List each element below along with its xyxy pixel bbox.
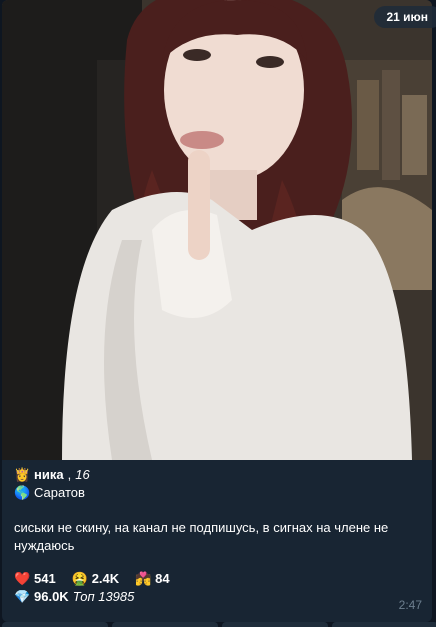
globe-icon: 🌎	[14, 485, 31, 500]
kiss-count: 84	[155, 571, 170, 586]
sick-count: 2.4K	[91, 571, 120, 586]
inline-button-2[interactable]	[112, 622, 218, 627]
inline-button-1[interactable]	[2, 622, 108, 627]
princess-icon: 👸	[14, 467, 31, 482]
post-caption: 👸 ника, 16 🌎 Саратов сиськи не скину, на…	[2, 460, 432, 606]
profile-name: ника	[34, 467, 64, 482]
vomit-icon: 🤮	[71, 571, 88, 586]
message-bubble[interactable]: 👸 ника, 16 🌎 Саратов сиськи не скину, на…	[2, 0, 432, 622]
hearts-count: 541	[34, 571, 56, 586]
reactions-line: ❤️ 541 🤮 2.4K 💏 84	[14, 570, 420, 588]
post-text: сиськи не скину, на канал не подпишусь, …	[14, 520, 389, 553]
inline-button-3[interactable]	[222, 622, 328, 627]
profile-line: 👸 ника, 16	[14, 466, 420, 484]
message-time: 2:47	[398, 598, 422, 612]
stats-block: ❤️ 541 🤮 2.4K 💏 84 💎 96.0K Топ 13985	[14, 570, 420, 606]
next-message-row	[0, 622, 436, 627]
diamond-count: 96.0K	[34, 589, 69, 604]
location-line: 🌎 Саратов	[14, 484, 420, 502]
date-label: 21 июн	[374, 6, 436, 28]
kiss-icon: 💏	[135, 571, 152, 586]
age-separator: ,	[67, 467, 72, 482]
top-rank: Топ 13985	[72, 589, 135, 604]
diamond-icon: 💎	[14, 589, 31, 604]
diamond-line: 💎 96.0K Топ 13985	[14, 588, 420, 606]
profile-age: 16	[75, 467, 90, 482]
inline-button-4[interactable]	[332, 622, 436, 627]
heart-icon: ❤️	[14, 571, 31, 586]
post-photo[interactable]	[2, 0, 432, 460]
photo-illustration	[2, 0, 432, 460]
profile-city: Саратов	[34, 485, 85, 500]
